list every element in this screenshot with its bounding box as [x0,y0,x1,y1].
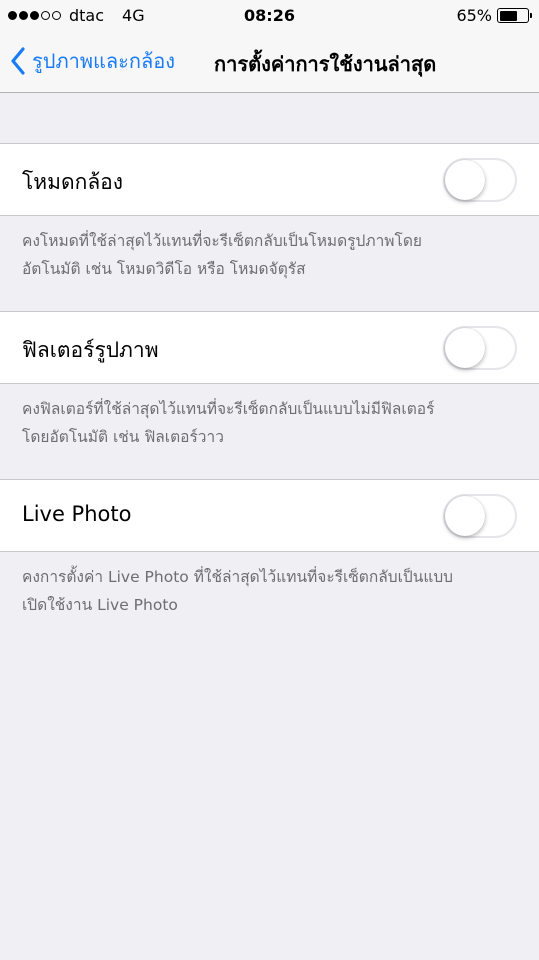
navigation-bar: รูปภาพและกล้อง การตั้งค่าการใช้งานล่าสุด [0,33,539,93]
footer-line: คงการตั้งค่า Live Photo ที่ใช้ล่าสุดไว้แ… [22,568,453,586]
footer-line: เปิดใช้งาน Live Photo [22,596,178,614]
footer-line: โดยอัตโนมัติ เช่น ฟิลเตอร์วาว [22,428,224,446]
status-bar: dtac 4G 08:26 65% [0,0,539,33]
back-button[interactable]: รูปภาพและกล้อง [10,43,175,79]
page-title: การตั้งค่าการใช้งานล่าสุด [214,52,437,76]
setting-row-live-photo: Live Photo [0,479,539,552]
setting-row-camera-mode: โหมดกล้อง [0,143,539,216]
live-photo-toggle[interactable] [443,494,517,538]
setting-label: ฟิลเตอร์รูปภาพ [22,338,159,362]
toggle-knob [445,328,485,368]
camera-mode-toggle[interactable] [443,158,517,202]
battery-nub [530,13,532,18]
setting-footer: คงโหมดที่ใช้ล่าสุดไว้แทนที่จะรีเซ็ตกลับเ… [22,227,517,283]
footer-line: คงโหมดที่ใช้ล่าสุดไว้แทนที่จะรีเซ็ตกลับเ… [22,232,422,250]
status-right: 65% [456,6,532,25]
battery-icon [497,8,532,23]
setting-label: โหมดกล้อง [22,170,124,194]
toggle-knob [445,160,485,200]
battery-percent: 65% [456,6,492,25]
setting-footer: คงการตั้งค่า Live Photo ที่ใช้ล่าสุดไว้แ… [22,563,517,619]
setting-row-photo-filter: ฟิลเตอร์รูปภาพ [0,311,539,384]
photo-filter-toggle[interactable] [443,326,517,370]
footer-line: คงฟิลเตอร์ที่ใช้ล่าสุดไว้แทนที่จะรีเซ็ตก… [22,400,435,418]
battery-fill [499,10,518,21]
footer-line: อัตโนมัติ เช่น โหมดวิดีโอ หรือ โหมดจัตุร… [22,260,306,278]
back-button-label: รูปภาพและกล้อง [32,49,176,73]
toggle-knob [445,496,485,536]
chevron-left-icon [10,47,26,75]
setting-footer: คงฟิลเตอร์ที่ใช้ล่าสุดไว้แทนที่จะรีเซ็ตก… [22,395,517,451]
setting-label: Live Photo [22,502,132,526]
